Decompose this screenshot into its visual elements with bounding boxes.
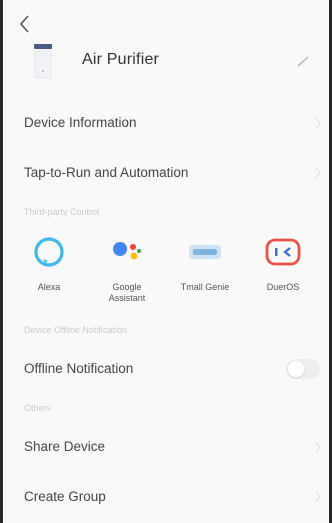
create-group-label: Create Group bbox=[24, 489, 106, 504]
chevron-right-icon bbox=[315, 441, 321, 453]
create-group-row[interactable]: Create Group bbox=[0, 472, 332, 522]
google-assistant-label: Google Assistant bbox=[88, 282, 166, 304]
offline-notification-row: Offline Notification bbox=[0, 344, 332, 394]
google-assistant-label-line1: Google bbox=[112, 282, 142, 292]
tmall-genie-label: Tmall Genie bbox=[180, 282, 230, 292]
alexa-icon bbox=[34, 237, 64, 267]
offline-notification-toggle[interactable] bbox=[286, 359, 320, 379]
back-arrow-icon[interactable] bbox=[18, 14, 32, 34]
top-bar bbox=[0, 0, 332, 34]
dueros-icon bbox=[265, 238, 301, 266]
offline-notification-label: Offline Notification bbox=[24, 361, 134, 376]
third-party-google-assistant[interactable]: Google Assistant bbox=[88, 232, 166, 316]
device-information-row[interactable]: Device Information bbox=[0, 98, 332, 148]
third-party-tmall-genie[interactable]: Tmall Genie bbox=[166, 232, 244, 316]
chevron-right-icon bbox=[315, 167, 321, 179]
others-section-label: Others bbox=[24, 403, 52, 413]
third-party-control-list: Alexa Google Assistant Tmall Genie DuerO… bbox=[0, 226, 332, 316]
device-name: Air Purifier bbox=[82, 51, 160, 68]
google-assistant-label-line2: Assistant bbox=[108, 293, 146, 303]
offline-section-label: Device Offline Notification bbox=[24, 325, 127, 335]
device-header: Air Purifier bbox=[0, 34, 332, 98]
tap-to-run-row[interactable]: Tap-to-Run and Automation bbox=[0, 148, 332, 198]
google-assistant-icon bbox=[113, 242, 141, 260]
device-settings-screen: Air Purifier Device Information Tap-to-R… bbox=[0, 0, 332, 523]
third-party-dueros[interactable]: DuerOS bbox=[244, 232, 322, 316]
third-party-section-label: Third-party Control bbox=[24, 207, 100, 217]
tmall-genie-icon bbox=[189, 245, 221, 259]
air-purifier-icon bbox=[34, 44, 52, 79]
dueros-label: DuerOS bbox=[266, 282, 300, 292]
share-device-row[interactable]: Share Device bbox=[0, 422, 332, 472]
third-party-alexa[interactable]: Alexa bbox=[10, 232, 88, 316]
alexa-label: Alexa bbox=[37, 282, 61, 292]
share-device-label: Share Device bbox=[24, 439, 106, 454]
chevron-right-icon bbox=[315, 117, 321, 129]
device-information-label: Device Information bbox=[24, 115, 137, 130]
edit-pencil-icon[interactable] bbox=[296, 54, 310, 68]
tap-to-run-label: Tap-to-Run and Automation bbox=[24, 165, 189, 180]
chevron-right-icon bbox=[315, 491, 321, 503]
